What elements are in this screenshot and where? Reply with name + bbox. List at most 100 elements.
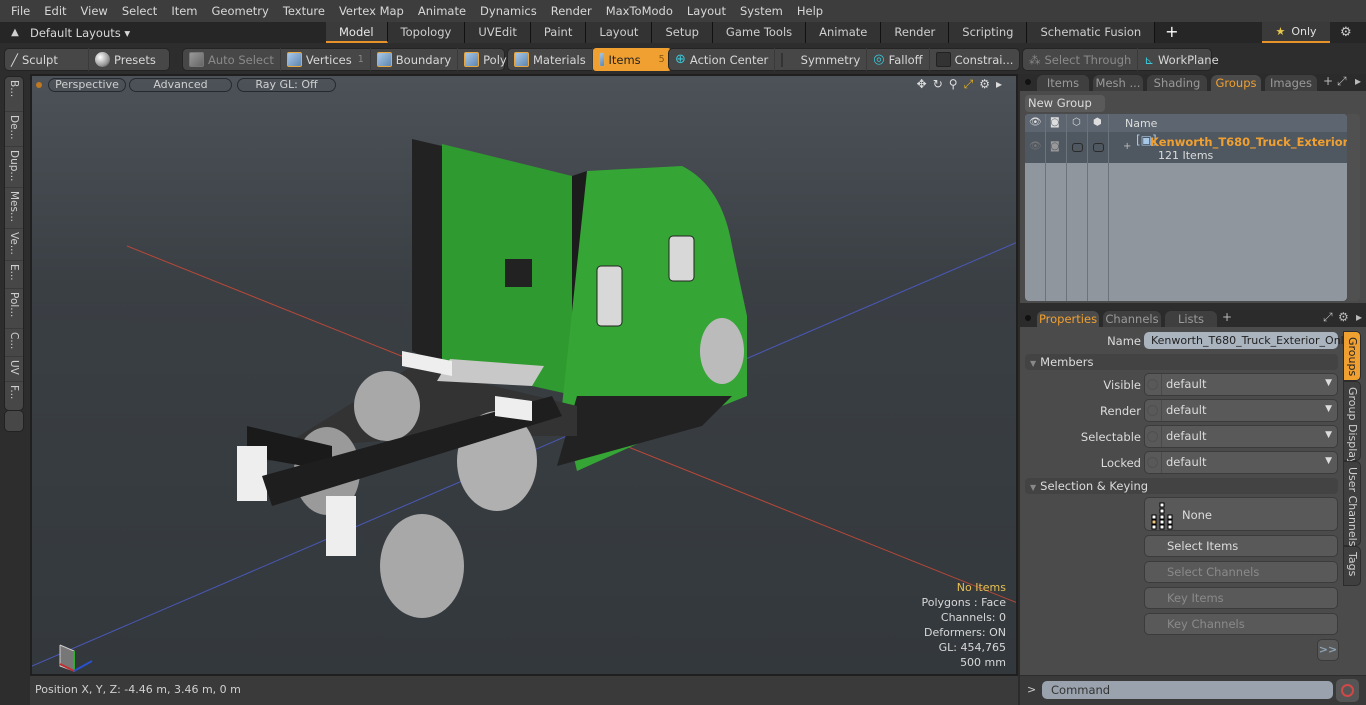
- properties-gear-icon[interactable]: ⚙: [1338, 310, 1349, 324]
- select-items-button[interactable]: Select Items: [1144, 535, 1338, 557]
- maximize-icon[interactable]: ⤢: [964, 77, 974, 92]
- sculpt-button[interactable]: ╱ Sculpt: [5, 48, 89, 71]
- hierarchy-none-button[interactable]: None: [1144, 497, 1338, 531]
- tab-setup[interactable]: Setup: [652, 22, 713, 43]
- menu-animate[interactable]: Animate: [411, 0, 473, 22]
- workplane-button[interactable]: ⊾ WorkPlane: [1138, 48, 1224, 71]
- pan-icon[interactable]: ✥: [917, 77, 927, 92]
- gear-icon[interactable]: ⚙: [1340, 22, 1352, 43]
- tab-properties[interactable]: Properties: [1037, 311, 1099, 327]
- left-tab-duplicate[interactable]: Dup...: [5, 147, 23, 188]
- side-tab-tags[interactable]: Tags: [1343, 546, 1361, 586]
- add-panel-tab-icon[interactable]: +: [1323, 74, 1333, 88]
- new-group-button[interactable]: New Group: [1025, 95, 1105, 112]
- zoom-icon[interactable]: ⚲: [949, 77, 958, 92]
- record-macro-button[interactable]: [1336, 679, 1359, 702]
- tab-topology[interactable]: Topology: [387, 22, 466, 43]
- 3d-viewport[interactable]: Perspective Advanced Ray GL: Off ✥ ↻ ⚲ ⤢…: [30, 74, 1018, 676]
- tab-scripting[interactable]: Scripting: [949, 22, 1028, 43]
- menu-vertex-map[interactable]: Vertex Map: [332, 0, 411, 22]
- command-input[interactable]: Command: [1042, 681, 1333, 699]
- menu-view[interactable]: View: [74, 0, 115, 22]
- group-list-scrollbar[interactable]: [1347, 114, 1360, 301]
- only-toggle[interactable]: ★ Only: [1262, 22, 1330, 43]
- viewport-menu-arrow-icon[interactable]: ▸: [996, 77, 1002, 92]
- members-section[interactable]: ▼ Members: [1025, 354, 1338, 370]
- panel-dot-icon[interactable]: [1025, 79, 1031, 85]
- add-tab-button[interactable]: +: [1155, 22, 1188, 43]
- left-tab-curve[interactable]: C...: [5, 329, 23, 357]
- select-channels-button[interactable]: Select Channels: [1144, 561, 1338, 583]
- tab-mesh[interactable]: Mesh ...: [1093, 75, 1143, 91]
- left-tab-mesh-edit[interactable]: Mes...: [5, 188, 23, 229]
- tab-schematic-fusion[interactable]: Schematic Fusion: [1027, 22, 1156, 43]
- menu-texture[interactable]: Texture: [276, 0, 332, 22]
- tab-lists[interactable]: Lists: [1165, 311, 1217, 327]
- menu-file[interactable]: File: [4, 0, 37, 22]
- tab-groups[interactable]: Groups: [1211, 75, 1261, 91]
- presets-button[interactable]: Presets: [89, 48, 162, 71]
- scene-canvas[interactable]: [32, 76, 1018, 676]
- left-tab-fusion[interactable]: F...: [5, 382, 23, 410]
- visible-dropdown[interactable]: default ▼: [1144, 373, 1338, 396]
- left-tab-vertex[interactable]: Ve...: [5, 229, 23, 261]
- select-through-button[interactable]: ⁂ Select Through: [1023, 48, 1139, 71]
- side-tab-groups[interactable]: Groups: [1343, 331, 1361, 381]
- tab-game-tools[interactable]: Game Tools: [712, 22, 807, 43]
- materials-button[interactable]: Materials: [508, 48, 593, 71]
- menu-system[interactable]: System: [733, 0, 790, 22]
- tab-items[interactable]: Items: [1037, 75, 1089, 91]
- viewport-gear-icon[interactable]: ⚙: [979, 77, 990, 92]
- menu-select[interactable]: Select: [115, 0, 164, 22]
- key-channels-button[interactable]: Key Channels: [1144, 613, 1338, 635]
- tab-uvedit[interactable]: UVEdit: [465, 22, 531, 43]
- properties-dot-icon[interactable]: [1025, 315, 1031, 321]
- raygl-toggle[interactable]: Ray GL: Off: [237, 78, 336, 92]
- key-items-button[interactable]: Key Items: [1144, 587, 1338, 609]
- selectable-dropdown[interactable]: default ▼: [1144, 425, 1338, 448]
- left-tab-polygon[interactable]: Pol...: [5, 289, 23, 329]
- side-tab-group-display[interactable]: Group Display: [1343, 381, 1361, 465]
- tab-images[interactable]: Images: [1265, 75, 1317, 91]
- menu-edit[interactable]: Edit: [37, 0, 73, 22]
- view-type-dropdown[interactable]: Perspective: [48, 78, 126, 92]
- tab-shading[interactable]: Shading: [1147, 75, 1207, 91]
- locked-dropdown[interactable]: default ▼: [1144, 451, 1338, 474]
- falloff-button[interactable]: ◎ Falloff: [867, 48, 930, 71]
- layouts-dropdown[interactable]: Default Layouts ▾: [30, 26, 326, 40]
- left-mini-tab[interactable]: [4, 410, 24, 432]
- auto-select-button[interactable]: Auto Select: [183, 48, 281, 71]
- left-tab-deform[interactable]: De...: [5, 112, 23, 147]
- constraints-button[interactable]: Constrai...: [930, 48, 1020, 71]
- action-center-button[interactable]: ⊕ Action Center: [669, 48, 776, 71]
- collapse-up-icon[interactable]: ▲: [0, 27, 30, 38]
- symmetry-button[interactable]: Symmetry: [775, 48, 868, 71]
- rotate-icon[interactable]: ↻: [933, 77, 943, 92]
- group-name-field[interactable]: Kenworth_T680_Truck_Exterior_Only: [1144, 332, 1350, 349]
- selection-keying-section[interactable]: ▼ Selection & Keying: [1025, 478, 1338, 494]
- expand-plus-icon[interactable]: +: [1123, 141, 1131, 152]
- viewport-status-dot[interactable]: [36, 82, 42, 88]
- menu-item[interactable]: Item: [164, 0, 204, 22]
- tab-render[interactable]: Render: [881, 22, 950, 43]
- properties-menu-arrow-icon[interactable]: ▸: [1356, 310, 1362, 324]
- render-dropdown[interactable]: default ▼: [1144, 399, 1338, 422]
- expand-properties-icon[interactable]: ⤢: [1323, 310, 1333, 325]
- menu-render[interactable]: Render: [544, 0, 599, 22]
- more-button[interactable]: >>: [1317, 639, 1339, 661]
- left-tab-edge[interactable]: E...: [5, 261, 23, 289]
- panel-menu-arrow-icon[interactable]: ▸: [1355, 74, 1361, 88]
- add-properties-tab-icon[interactable]: +: [1222, 310, 1232, 324]
- tab-channels[interactable]: Channels: [1103, 311, 1161, 327]
- left-tab-uv[interactable]: UV: [5, 357, 23, 382]
- tab-paint[interactable]: Paint: [530, 22, 587, 43]
- menu-help[interactable]: Help: [790, 0, 830, 22]
- tab-animate[interactable]: Animate: [806, 22, 882, 43]
- shading-dropdown[interactable]: Advanced: [129, 78, 232, 92]
- menu-geometry[interactable]: Geometry: [205, 0, 276, 22]
- vertices-button[interactable]: Vertices 1: [281, 48, 371, 71]
- expand-panel-icon[interactable]: ⤢: [1337, 74, 1347, 89]
- items-button[interactable]: Items 5: [592, 48, 671, 71]
- tab-model[interactable]: Model: [326, 22, 388, 43]
- boundary-button[interactable]: Boundary: [371, 48, 459, 71]
